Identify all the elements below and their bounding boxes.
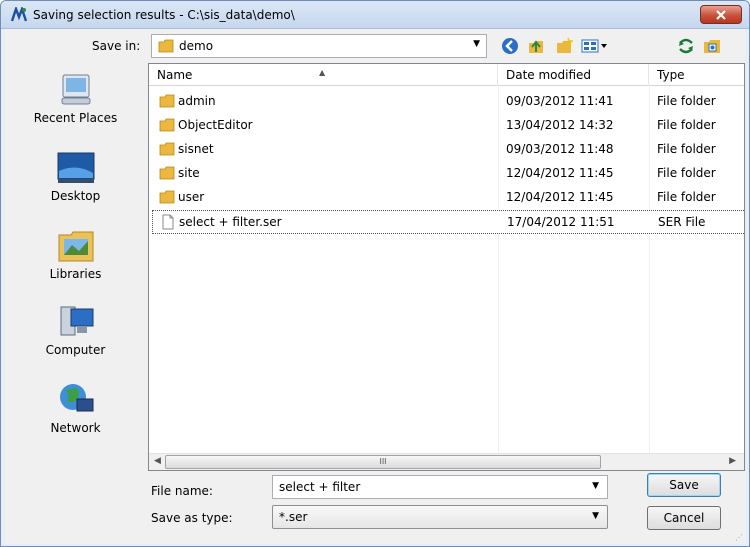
desktop-icon [57,152,94,183]
file-name: select + filter.ser [179,215,282,229]
file-date: 12/04/2012 11:45 [506,190,614,204]
save-in-dropdown[interactable]: demo ▼ [151,34,487,58]
network-icon [59,384,93,412]
file-name: admin [178,94,216,108]
resize-grip-icon[interactable]: ⋰ [735,533,743,542]
document-icon [162,214,174,230]
place-computer[interactable]: Computer [5,303,146,377]
up-folder-icon [529,40,543,53]
file-name-value: select + filter [279,480,361,494]
place-libraries[interactable]: Libraries [5,227,146,301]
places-bar: Recent Places Desktop Libraries Computer… [5,63,146,482]
properties-button[interactable] [701,34,723,58]
scroll-left-icon[interactable]: ◀ [154,456,161,466]
new-folder-button[interactable] [553,34,575,58]
file-date: 12/04/2012 11:45 [506,166,614,180]
file-date: 09/03/2012 11:41 [506,94,614,108]
file-row-sisnet[interactable]: sisnet 09/03/2012 11:48 File folder [152,138,744,162]
save-dialog: Saving selection results - C:\sis_data\d… [0,0,750,547]
place-label: Libraries [49,267,102,281]
place-label: Recent Places [33,111,118,125]
file-type: SER File [658,215,706,229]
file-date: 17/04/2012 11:51 [507,215,615,229]
back-icon [502,38,518,54]
file-row-select-filter-ser[interactable]: select + filter.ser 17/04/2012 11:51 SER… [152,210,744,234]
file-name: sisnet [178,142,214,156]
refresh-icon [679,38,693,54]
recent-places-icon [61,74,90,105]
view-menu-button[interactable] [579,34,611,58]
folder-icon [159,166,175,180]
save-in-value: demo [179,39,214,53]
folder-icon [159,190,175,204]
place-recent-places[interactable]: Recent Places [5,71,146,145]
chevron-down-icon[interactable]: ▼ [592,481,599,491]
save-as-type-value: *.ser [279,510,308,524]
file-list[interactable]: Name ▲ Date modified Type admin 09/03/20… [148,63,745,471]
place-desktop[interactable]: Desktop [5,151,146,225]
save-button[interactable]: Save [647,473,721,497]
file-row-admin[interactable]: admin 09/03/2012 11:41 File folder [152,90,744,114]
file-name: user [178,190,205,204]
libraries-icon [58,231,93,262]
folder-icon [159,94,175,108]
file-name-label: File name: [151,484,213,498]
place-label: Computer [45,343,106,357]
file-type: File folder [657,142,716,156]
list-header: Name ▲ Date modified Type [149,64,744,86]
column-header-type[interactable]: Type [649,64,744,86]
app-icon [11,7,27,22]
chevron-down-icon: ▼ [592,511,599,521]
dialog-body: Save in: demo ▼ Recent Places Desktop Li… [5,29,745,544]
properties-icon [704,40,720,53]
file-row-objecteditor[interactable]: ObjectEditor 13/04/2012 14:32 File folde… [152,114,744,138]
scroll-right-icon[interactable]: ▶ [729,456,736,466]
column-header-name[interactable]: Name ▲ [149,64,498,86]
file-date: 13/04/2012 14:32 [506,118,614,132]
window-title: Saving selection results - C:\sis_data\d… [33,8,295,22]
back-button[interactable] [499,34,521,58]
cancel-button[interactable]: Cancel [647,506,721,530]
file-date: 09/03/2012 11:48 [506,142,614,156]
chevron-down-icon: ▼ [473,39,480,49]
place-label: Network [50,421,101,435]
scrollbar-thumb[interactable]: III [165,455,601,469]
save-in-label: Save in: [92,39,141,53]
folder-icon [158,39,174,53]
file-type: File folder [657,190,716,204]
file-row-user[interactable]: user 12/04/2012 11:45 File folder [152,186,744,210]
computer-icon [60,306,93,336]
file-type: File folder [657,94,716,108]
column-header-date-modified[interactable]: Date modified [498,64,649,86]
save-as-type-label: Save as type: [151,511,233,525]
file-name: ObjectEditor [178,118,253,132]
title-bar[interactable]: Saving selection results - C:\sis_data\d… [1,1,749,29]
file-name: site [178,166,200,180]
save-as-type-dropdown[interactable]: *.ser ▼ [272,505,608,529]
new-folder-icon [557,37,573,53]
folder-icon [159,118,175,132]
up-folder-button[interactable] [525,34,547,58]
close-button[interactable] [700,5,742,24]
view-menu-icon [581,39,607,53]
file-row-site[interactable]: site 12/04/2012 11:45 File folder [152,162,744,186]
close-icon [716,9,726,20]
sort-ascending-icon: ▲ [319,68,326,77]
place-network[interactable]: Network [5,381,146,455]
file-type: File folder [657,166,716,180]
scrollbar-grip: III [379,457,387,466]
refresh-button[interactable] [675,34,697,58]
file-name-field[interactable]: select + filter ▼ [272,475,608,499]
file-type: File folder [657,118,716,132]
horizontal-scrollbar[interactable]: ◀ III ▶ [149,453,744,470]
folder-icon [159,142,175,156]
place-label: Desktop [50,189,101,203]
